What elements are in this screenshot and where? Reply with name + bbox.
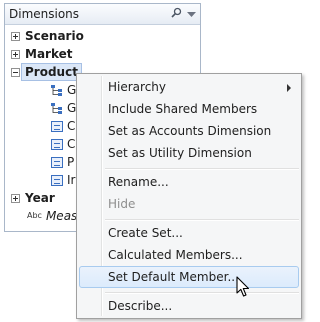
product-child-item[interactable]: Ir	[51, 171, 75, 189]
search-icon[interactable]	[171, 4, 182, 24]
product-child-item[interactable]: G	[51, 81, 76, 99]
menu-item-label: Rename...	[108, 175, 169, 189]
tree-node-label: Meas	[45, 209, 78, 223]
product-child-label: C	[67, 119, 76, 133]
product-child-label: P	[67, 155, 75, 169]
member-icon	[51, 138, 63, 150]
menu-item-hide: Hide	[79, 193, 299, 215]
text-type-icon: Abc	[27, 211, 42, 220]
menu-item-label: Set as Utility Dimension	[108, 146, 252, 160]
hierarchy-icon	[51, 85, 62, 96]
collapse-icon[interactable]	[11, 67, 20, 77]
menu-item-set-accounts-dimension[interactable]: Set as Accounts Dimension	[79, 120, 299, 142]
menu-item-label: Hierarchy	[108, 80, 167, 94]
menu-item-calculated-members[interactable]: Calculated Members...	[79, 244, 299, 266]
menu-item-label: Hide	[108, 197, 136, 211]
menu-item-label: Set Default Member...	[108, 270, 239, 284]
product-child-label: G	[67, 83, 77, 97]
menu-item-rename[interactable]: Rename...	[79, 171, 299, 193]
product-child-item[interactable]: C	[51, 117, 75, 135]
tree-node-scenario[interactable]: Scenario	[11, 27, 84, 45]
product-child-item[interactable]: P	[51, 153, 74, 171]
member-icon	[51, 174, 63, 186]
menu-separator	[105, 292, 299, 294]
dropdown-arrow-icon[interactable]	[187, 4, 196, 24]
menu-item-label: Describe...	[108, 299, 173, 313]
expand-icon[interactable]	[11, 193, 20, 203]
expand-icon[interactable]	[11, 31, 20, 41]
product-child-item[interactable]: G	[51, 99, 76, 117]
menu-item-label: Set as Accounts Dimension	[108, 124, 272, 138]
tree-node-market[interactable]: Market	[11, 45, 73, 63]
menu-item-include-shared-members[interactable]: Include Shared Members	[79, 98, 299, 120]
member-icon	[51, 120, 63, 132]
menu-separator	[105, 168, 299, 170]
tree-node-measures[interactable]: Abc Meas	[27, 207, 77, 225]
tree-node-label: Market	[25, 47, 73, 61]
menu-item-set-utility-dimension[interactable]: Set as Utility Dimension	[79, 142, 299, 164]
product-child-label: Ir	[67, 173, 76, 187]
product-child-item[interactable]: C	[51, 135, 75, 153]
tree-node-label: Scenario	[25, 29, 84, 43]
hierarchy-icon	[51, 103, 62, 114]
menu-item-label: Calculated Members...	[108, 248, 243, 262]
menu-item-hierarchy[interactable]: Hierarchy	[79, 76, 299, 98]
tree-node-label: Product	[21, 63, 82, 81]
tree-node-year[interactable]: Year	[11, 189, 55, 207]
menu-item-describe[interactable]: Describe...	[79, 295, 299, 317]
context-menu: Hierarchy Include Shared Members Set as …	[76, 73, 302, 319]
submenu-arrow-icon	[287, 84, 291, 92]
menu-separator	[105, 219, 299, 221]
mouse-cursor-icon	[236, 276, 250, 297]
menu-item-label: Create Set...	[108, 226, 183, 240]
panel-header: Dimensions	[5, 4, 200, 25]
menu-item-label: Include Shared Members	[108, 102, 258, 116]
menu-item-create-set[interactable]: Create Set...	[79, 222, 299, 244]
expand-icon[interactable]	[11, 49, 20, 59]
product-child-label: C	[67, 137, 76, 151]
menu-item-set-default-member[interactable]: Set Default Member...	[79, 266, 299, 288]
tree-node-product[interactable]: Product	[11, 63, 82, 81]
tree-node-label: Year	[25, 191, 55, 205]
product-child-label: G	[67, 101, 77, 115]
member-icon	[51, 156, 63, 168]
panel-title: Dimensions	[9, 7, 80, 21]
